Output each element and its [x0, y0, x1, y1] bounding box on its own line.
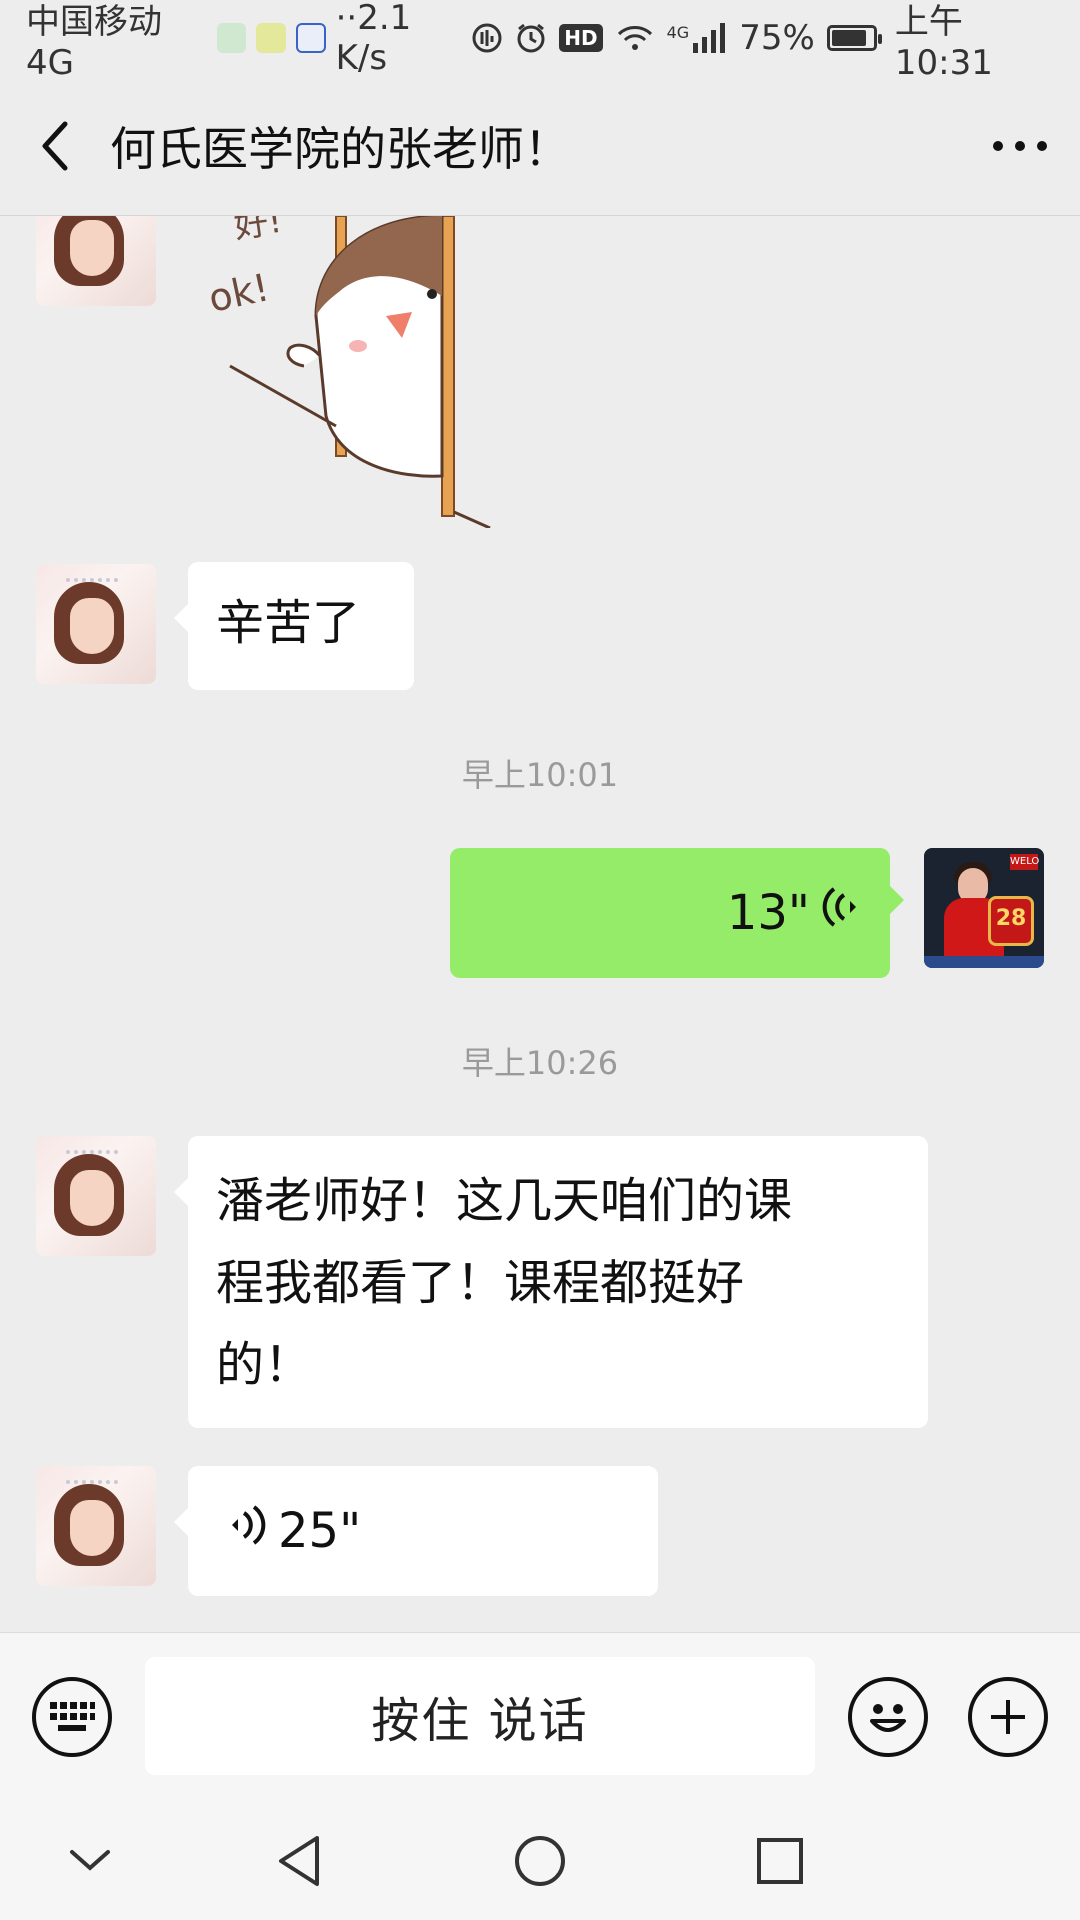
shield-app-icon: [216, 23, 247, 53]
data-saver-icon: [471, 22, 503, 54]
voice-duration: 13": [726, 885, 810, 941]
voice-duration: 25": [278, 1503, 362, 1559]
chat-title: 何氏医学院的张老师！: [110, 121, 570, 176]
contact-avatar[interactable]: [36, 216, 156, 306]
message-bubble[interactable]: 潘老师好！这几天咱们的课 程我都看了！课程都挺好 的！: [174, 1136, 928, 1428]
home-circle-icon[interactable]: [480, 1802, 600, 1920]
keyboard-icon[interactable]: [32, 1677, 112, 1757]
clock: 上午10:31: [894, 1, 993, 83]
plus-icon[interactable]: [968, 1677, 1048, 1757]
baidu-paw-icon: [296, 23, 326, 53]
voice-message-bubble[interactable]: 25": [174, 1466, 658, 1596]
sticker-text-good: 好!: [232, 216, 285, 247]
contact-avatar[interactable]: [36, 1136, 156, 1256]
system-nav-bar: [0, 1802, 1080, 1920]
chevron-left-icon[interactable]: [0, 76, 110, 216]
timestamp: 早上10:26: [461, 1044, 619, 1082]
penguin-sticker[interactable]: 好! ok!: [200, 216, 500, 530]
network-type: 4G: [666, 23, 690, 42]
chat-header: 何氏医学院的张老师！: [0, 76, 1080, 216]
play-app-icon: [256, 23, 286, 53]
back-triangle-icon[interactable]: [240, 1802, 360, 1920]
alarm-icon: [515, 22, 547, 54]
hold-to-talk-button[interactable]: 按住 说话: [145, 1657, 815, 1775]
signal-icon: 4G: [667, 23, 728, 53]
net-speed: ··2.1 K/s: [335, 0, 412, 78]
input-bar: 按住 说话: [0, 1632, 1080, 1802]
sticker-text-ok: ok!: [205, 265, 273, 321]
contact-avatar[interactable]: [36, 1466, 156, 1586]
wifi-icon: [615, 22, 655, 54]
message-text-line: 程我都看了！课程都挺好: [216, 1255, 745, 1311]
more-icon[interactable]: [960, 76, 1080, 216]
message-text-line: 的！: [216, 1337, 313, 1393]
voice-wave-icon: [820, 880, 860, 946]
contact-avatar[interactable]: [36, 564, 156, 684]
message-text: 辛苦了: [216, 595, 361, 651]
battery-percent: 75%: [739, 18, 815, 58]
avatar-badge: 28: [988, 896, 1034, 946]
status-bar: 中国移动4G ··2.1 K/s HD 4G 75% 上午10:31: [0, 0, 1080, 83]
message-text-line: 潘老师好！这几天咱们的课: [216, 1173, 793, 1229]
emoji-icon[interactable]: [848, 1677, 928, 1757]
recents-square-icon[interactable]: [720, 1802, 840, 1920]
carrier-label: 中国移动4G: [26, 1, 162, 83]
voice-wave-icon: [228, 1498, 268, 1564]
hd-icon: HD: [559, 24, 603, 52]
collapse-icon[interactable]: [30, 1802, 150, 1920]
voice-message-bubble[interactable]: 13": [450, 848, 904, 978]
battery-icon: [826, 25, 882, 51]
my-avatar[interactable]: WELO 28: [924, 848, 1044, 968]
message-list[interactable]: 好! ok! 辛苦了 早上10:01 13" WELO 28 早上10:26 潘…: [0, 216, 1080, 1632]
message-bubble[interactable]: 辛苦了: [174, 562, 414, 690]
timestamp: 早上10:01: [461, 756, 619, 794]
